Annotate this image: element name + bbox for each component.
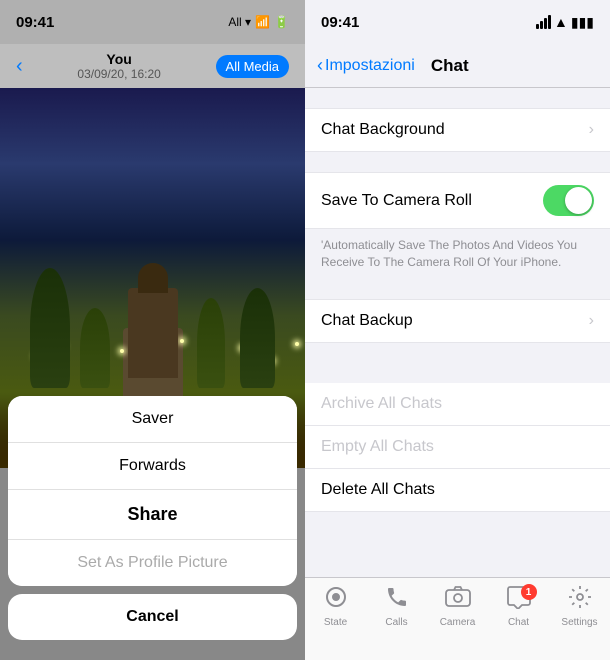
tab-state[interactable]: State — [305, 586, 366, 628]
action-set-profile[interactable]: Set As Profile Picture — [8, 540, 297, 586]
save-camera-roll-description: 'Automatically Save The Photos And Video… — [305, 229, 610, 279]
action-cancel[interactable]: Cancel — [8, 594, 297, 640]
left-nav-info: You 03/09/20, 16:20 — [23, 51, 216, 81]
signal-bar-2 — [540, 21, 543, 29]
calls-icon — [385, 585, 409, 615]
tab-calls[interactable]: Calls — [366, 586, 427, 628]
section-divider-1 — [305, 279, 610, 299]
tower-top — [138, 263, 168, 293]
battery-icon: 🔋 — [274, 15, 289, 29]
archive-all-chats-label: Archive All Chats — [321, 395, 442, 412]
action-forward[interactable]: Forwards — [8, 443, 297, 490]
light-dot — [180, 339, 184, 343]
network-label: All ▾ — [228, 15, 251, 29]
chat-background-row[interactable]: Chat Background › — [305, 108, 610, 152]
tab-calls-icon-wrap — [383, 586, 411, 614]
back-to-settings[interactable]: ‹ Impostazioni — [317, 55, 415, 76]
section-chat-management: Archive All Chats Empty All Chats Delete… — [305, 383, 610, 512]
right-status-bar: 09:41 ▲ ▮▮▮ — [305, 0, 610, 44]
tab-chat-label: Chat — [508, 617, 529, 628]
toggle-knob — [565, 187, 592, 214]
save-camera-roll-label: Save To Camera Roll — [321, 192, 472, 210]
delete-all-chats-row[interactable]: Delete All Chats — [305, 469, 610, 512]
tab-settings-label: Settings — [561, 617, 597, 628]
signal-bar-1 — [536, 24, 539, 29]
left-contact-name: You — [23, 51, 216, 67]
action-save[interactable]: Saver — [8, 396, 297, 443]
state-icon — [324, 585, 348, 615]
empty-all-chats-row[interactable]: Empty All Chats — [305, 426, 610, 469]
left-back-button[interactable]: ‹ — [16, 55, 23, 78]
right-nav-bar: ‹ Impostazioni Chat — [305, 44, 610, 88]
section-save-camera-roll: Save To Camera Roll 'Automatically Save … — [305, 172, 610, 279]
tower-decoration — [128, 288, 178, 378]
left-status-bar: 09:41 All ▾ 📶 🔋 — [0, 0, 305, 44]
light-dot — [295, 342, 299, 346]
back-chevron-icon: ‹ — [317, 55, 323, 76]
left-time: 09:41 — [16, 14, 54, 31]
action-sheet: Saver Forwards Share Set As Profile Pict… — [0, 396, 305, 660]
left-panel: 09:41 All ▾ 📶 🔋 ‹ You 03/09/20, 16:20 Al… — [0, 0, 305, 660]
chat-background-label: Chat Background — [321, 121, 445, 139]
save-camera-roll-row[interactable]: Save To Camera Roll — [305, 172, 610, 229]
chat-backup-label: Chat Backup — [321, 312, 413, 330]
tab-bar: State Calls — [305, 577, 610, 660]
tab-camera[interactable]: Camera — [427, 586, 488, 628]
right-nav-title: Chat — [431, 56, 469, 76]
right-panel: 09:41 ▲ ▮▮▮ ‹ Impostazioni Chat Chat Bac… — [305, 0, 610, 660]
tab-camera-label: Camera — [440, 617, 476, 628]
section-chat-backup: Chat Backup › — [305, 299, 610, 343]
tab-calls-label: Calls — [385, 617, 407, 628]
empty-all-chats-label: Empty All Chats — [321, 438, 434, 455]
tab-settings[interactable]: Settings — [549, 586, 610, 628]
left-date: 03/09/20, 16:20 — [23, 67, 216, 81]
action-share[interactable]: Share — [8, 490, 297, 540]
wifi-icon: 📶 — [255, 15, 270, 29]
wifi-icon: ▲ — [554, 14, 568, 30]
tree-right — [240, 288, 275, 388]
save-camera-roll-toggle[interactable] — [543, 185, 594, 216]
section-chat-background: Chat Background › — [305, 108, 610, 152]
all-media-button[interactable]: All Media — [216, 55, 289, 78]
tab-state-icon-wrap — [322, 586, 350, 614]
delete-all-chats-label: Delete All Chats — [321, 481, 435, 498]
signal-icon — [536, 15, 551, 29]
signal-bar-4 — [548, 15, 551, 29]
chevron-icon: › — [589, 121, 594, 139]
chat-badge: 1 — [521, 584, 537, 600]
action-sheet-menu: Saver Forwards Share Set As Profile Pict… — [8, 396, 297, 586]
left-nav-bar: ‹ You 03/09/20, 16:20 All Media — [0, 44, 305, 88]
right-status-icons: ▲ ▮▮▮ — [536, 14, 594, 31]
tree-mid-left — [80, 308, 110, 388]
tab-settings-icon-wrap — [566, 586, 594, 614]
camera-icon — [445, 585, 471, 615]
left-status-icons: All ▾ 📶 🔋 — [228, 15, 289, 29]
tree-left — [30, 268, 70, 388]
section-divider-2 — [305, 363, 610, 383]
light-dot — [120, 349, 124, 353]
settings-icon — [568, 585, 592, 615]
tree-mid-right — [197, 298, 225, 388]
battery-icon: ▮▮▮ — [571, 14, 594, 31]
tab-camera-icon-wrap — [444, 586, 472, 614]
signal-bar-3 — [544, 18, 547, 29]
tab-chat[interactable]: 1 Chat — [488, 586, 549, 628]
archive-all-chats-row[interactable]: Archive All Chats — [305, 383, 610, 426]
chevron-icon-backup: › — [589, 312, 594, 330]
back-label: Impostazioni — [325, 57, 415, 75]
tab-state-label: State — [324, 617, 347, 628]
settings-content: Chat Background › Save To Camera Roll 'A… — [305, 88, 610, 577]
tab-chat-icon-wrap: 1 — [505, 586, 533, 614]
right-time: 09:41 — [321, 14, 359, 31]
chat-backup-row[interactable]: Chat Backup › — [305, 299, 610, 343]
